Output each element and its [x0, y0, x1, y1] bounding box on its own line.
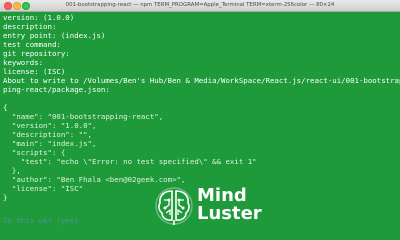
terminal-line: },	[3, 166, 21, 175]
terminal-line: "description": "",	[3, 130, 92, 139]
terminal-window: 001-bootstrapping-react — npm TERM_PROGR…	[0, 0, 400, 240]
brain-icon	[155, 187, 193, 225]
terminal-line: git repository:	[3, 49, 70, 58]
terminal-line: "scripts": {	[3, 148, 66, 157]
terminal-line: {	[3, 103, 8, 112]
terminal-line: "name": "001-bootstrapping-react",	[3, 112, 164, 121]
watermark-word-luster: Luster	[197, 203, 262, 224]
terminal-line: "version": "1.0.0",	[3, 121, 97, 130]
terminal-line: }	[3, 193, 8, 202]
terminal-prompt: Is this ok? (yes)	[3, 216, 79, 225]
terminal-line: license: (ISC)	[3, 67, 66, 76]
terminal-line: "license": "ISC"	[3, 184, 84, 193]
terminal-line: "test": "echo \"Error: no test specified…	[3, 157, 257, 166]
watermark-logo: Mind Luster	[155, 186, 295, 230]
title-bar: 001-bootstrapping-react — npm TERM_PROGR…	[0, 0, 400, 12]
terminal-line: description:	[3, 22, 57, 31]
terminal-line: "author": "Ben Fhala <ben@02geek.com>",	[3, 175, 186, 184]
terminal-line: keywords:	[3, 58, 44, 67]
terminal-line: test command:	[3, 40, 61, 49]
terminal-line: entry point: (index.js)	[3, 31, 106, 40]
terminal-line: ping-react/package.json:	[3, 85, 110, 94]
terminal-line: "main": "index.js",	[3, 139, 97, 148]
window-title: 001-bootstrapping-react — npm TERM_PROGR…	[65, 2, 335, 8]
terminal-line: About to write to /Volumes/Ben's Hub/Ben…	[3, 76, 400, 85]
terminal-line: version: (1.0.0)	[3, 13, 75, 22]
